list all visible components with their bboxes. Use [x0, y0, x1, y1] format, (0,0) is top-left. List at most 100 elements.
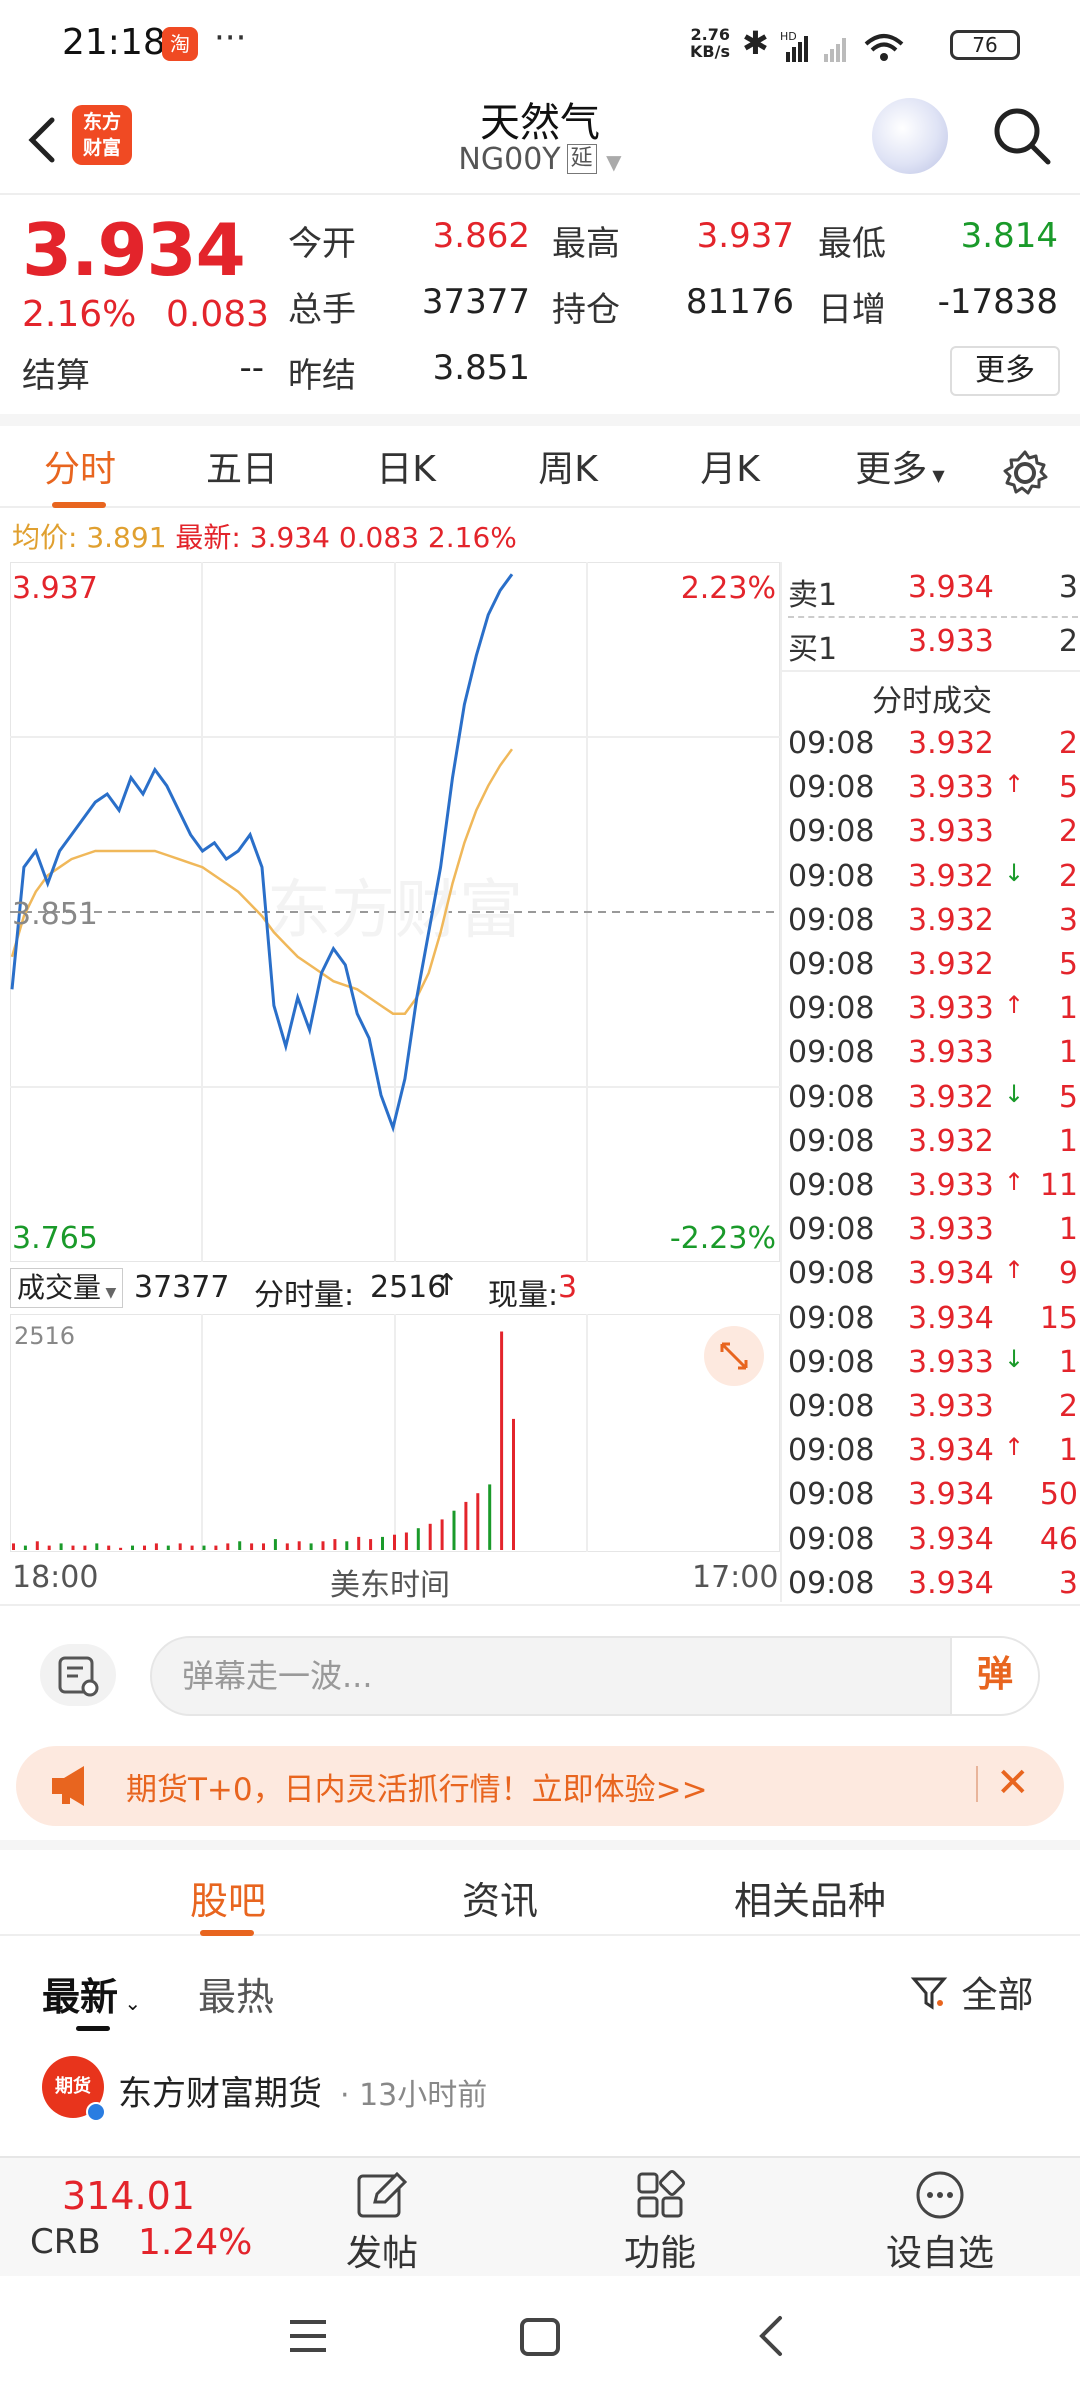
network-speed-value: 2.76	[690, 25, 730, 44]
gear-icon[interactable]	[1000, 448, 1050, 498]
trade-row: 09:08 3.932 2	[782, 722, 1080, 766]
tab-daily-k[interactable]: 日K	[336, 440, 476, 492]
trade-row: 09:08 3.933 1	[782, 1208, 1080, 1252]
post-item[interactable]: 期货 东方财富期货 · 13小时前	[0, 2052, 1080, 2152]
trade-time: 09:08	[788, 858, 875, 894]
megaphone-icon	[52, 1766, 84, 1806]
filter-all-button[interactable]: 全部	[910, 1966, 1033, 2018]
edit-icon	[357, 2171, 408, 2218]
home-icon[interactable]	[518, 2316, 562, 2358]
trade-time: 09:08	[788, 770, 875, 806]
volume-bar	[154, 1543, 158, 1550]
bid-qty: 2	[1058, 624, 1078, 659]
trade-direction: ↑	[1004, 770, 1025, 799]
menu-icon[interactable]	[286, 2316, 330, 2356]
eastmoney-logo: 东方 财富	[72, 105, 132, 165]
crb-percent[interactable]: 1.24%	[138, 2222, 252, 2263]
contract-code[interactable]: NG00Y 延 ▼	[340, 142, 740, 177]
trade-qty: 1	[1058, 1123, 1078, 1159]
search-icon[interactable]	[990, 104, 1054, 168]
back-arrow-icon[interactable]	[18, 110, 68, 170]
app-header: 东方 财富 天然气 NG00Y 延 ▼	[0, 90, 1080, 195]
latest-pct: 2.16%	[427, 521, 517, 554]
trade-row: 09:08 3.933 ↑ 11	[782, 1164, 1080, 1208]
trade-row: 09:08 3.932 ↓ 2	[782, 855, 1080, 899]
x-start-label: 18:00	[12, 1560, 99, 1595]
crb-label[interactable]: CRB	[30, 2222, 101, 2262]
expand-icon[interactable]	[704, 1326, 764, 1386]
add-watchlist-button[interactable]: 设自选	[870, 2170, 1010, 2276]
tab-related[interactable]: 相关品种	[734, 1870, 886, 1925]
volume-bar	[404, 1532, 408, 1550]
volume-bar	[476, 1493, 480, 1550]
volume-bar	[488, 1484, 492, 1550]
volume-bar	[309, 1543, 313, 1550]
tab-weekly-k[interactable]: 周K	[498, 440, 638, 492]
tab-five-day[interactable]: 五日	[172, 440, 312, 492]
volume-bar	[143, 1545, 146, 1550]
volume-bar	[393, 1534, 396, 1550]
volume-bar	[273, 1539, 277, 1550]
volume-bar	[83, 1545, 87, 1550]
trade-time: 09:08	[788, 1344, 875, 1380]
tab-intraday[interactable]: 分时	[10, 440, 150, 492]
danmu-settings-icon	[58, 1656, 99, 1697]
post-button[interactable]: 发帖	[312, 2170, 452, 2276]
volume-bar	[369, 1539, 373, 1550]
danmu-input[interactable]: 弹幕走一波...	[150, 1636, 1040, 1716]
volume-bar	[166, 1545, 170, 1550]
bid-row: 买1 3.933 2	[782, 620, 1080, 667]
trade-price: 3.933	[908, 1212, 994, 1248]
trade-price: 3.933	[908, 770, 994, 806]
trade-time: 09:08	[788, 814, 875, 850]
trade-time: 09:08	[788, 1300, 875, 1336]
order-book: 卖1 3.934 3 买1 3.933 2 分时成交 09:08 3.932 2 09…	[780, 562, 1080, 1602]
trade-time: 09:08	[788, 902, 875, 938]
trade-row: 09:08 3.934 3	[782, 1562, 1080, 1606]
danmu-send-button[interactable]: 弹	[950, 1638, 1038, 1714]
change-percent: 2.16%	[22, 294, 137, 335]
tab-news[interactable]: 资讯	[462, 1870, 538, 1925]
trade-direction: ↓	[1004, 1079, 1025, 1108]
back-nav-icon[interactable]	[752, 2314, 792, 2358]
trade-time: 09:08	[788, 726, 875, 761]
trade-time: 09:08	[788, 1389, 875, 1424]
tab-more[interactable]: 更多 ▼	[830, 440, 970, 492]
trade-qty: 46	[1039, 1521, 1078, 1557]
volume-bar	[262, 1543, 265, 1550]
caret-down-icon: ▼	[101, 1285, 117, 1301]
volume-bar	[428, 1523, 432, 1550]
volume-selector[interactable]: 成交量 ▼	[10, 1268, 124, 1308]
tab-guba[interactable]: 股吧	[190, 1870, 266, 1925]
open-label: 今开	[288, 224, 356, 264]
bid-price: 3.933	[908, 624, 994, 659]
volume-bar	[321, 1541, 325, 1550]
crb-value[interactable]: 314.01	[62, 2174, 195, 2218]
volume-chart[interactable]: 2516	[10, 1314, 780, 1552]
logo-line2: 财富	[82, 137, 121, 159]
trade-qty: 11	[1039, 1168, 1078, 1203]
volume-bar	[357, 1536, 361, 1550]
danmu-settings-button[interactable]	[40, 1644, 116, 1706]
trade-price: 3.934	[908, 1300, 994, 1336]
filter-hottest[interactable]: 最热	[198, 1966, 274, 2021]
trade-qty: 3	[1058, 1565, 1078, 1601]
promo-banner[interactable]: 期货T+0，日内灵活抓行情！立即体验>> ✕	[16, 1746, 1064, 1826]
function-button[interactable]: 功能	[590, 2170, 730, 2276]
post-author[interactable]: 东方财富期货	[118, 2066, 322, 2115]
volume-bar	[202, 1545, 206, 1550]
x-mid-label: 美东时间	[330, 1568, 450, 1603]
volume-bar	[71, 1545, 75, 1550]
network-speed: 2.76 KB/s	[690, 26, 730, 60]
trade-price: 3.933	[908, 1035, 994, 1071]
filter-latest[interactable]: 最新 ⌄	[42, 1966, 141, 2021]
more-quote-button[interactable]: 更多	[950, 346, 1060, 396]
volume-bar	[452, 1510, 456, 1550]
assistant-robot-icon[interactable]	[872, 98, 948, 174]
intraday-price-chart[interactable]: 东方财富 3.937 3.851 3.765 2.23% -2.23%	[10, 562, 780, 1262]
trade-price: 3.933	[908, 1168, 994, 1203]
tab-monthly-k[interactable]: 月K	[660, 440, 800, 492]
battery-indicator: 76	[950, 30, 1020, 60]
volume-bar	[119, 1547, 123, 1550]
close-icon[interactable]: ✕	[996, 1760, 1030, 1806]
